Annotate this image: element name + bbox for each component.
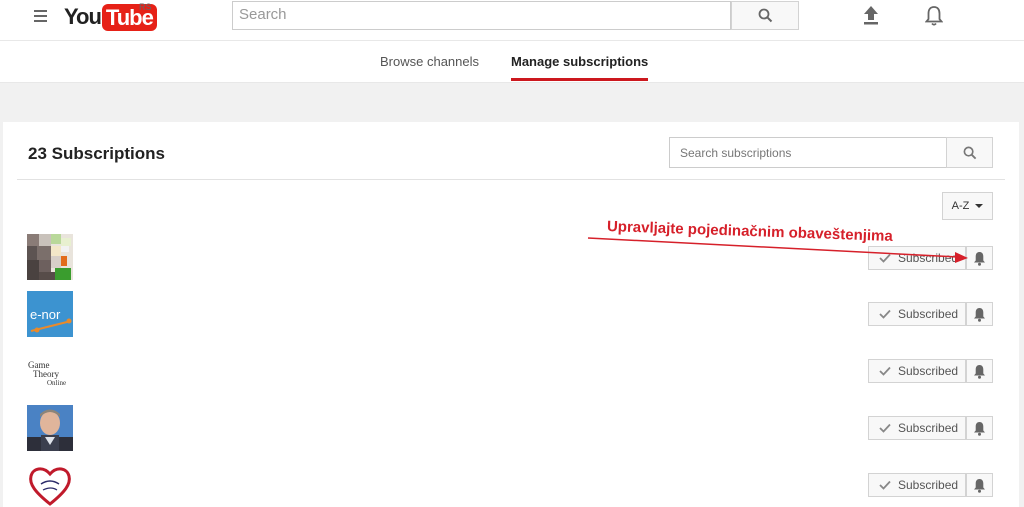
bell-icon	[974, 307, 985, 322]
country-code: RS	[139, 2, 152, 12]
subscribed-button[interactable]: Subscribed	[868, 359, 966, 383]
search-icon	[963, 146, 976, 159]
checkmark-icon	[879, 480, 891, 490]
notifications-bell-icon[interactable]	[925, 5, 943, 27]
e-nor-logo-avatar[interactable]: e-nor	[27, 291, 73, 337]
subscription-row: e-nor Subscribed	[3, 291, 1019, 341]
pixel-art-avatar[interactable]	[27, 234, 73, 280]
subscribed-button[interactable]: Subscribed	[868, 473, 966, 497]
subscribed-button[interactable]: Subscribed	[868, 246, 966, 270]
sort-dropdown[interactable]: A-Z	[942, 192, 993, 220]
subscribed-button[interactable]: Subscribed	[868, 416, 966, 440]
notification-settings-button[interactable]	[966, 302, 993, 326]
bell-icon	[974, 478, 985, 493]
subscribed-label: Subscribed	[898, 364, 959, 378]
tab-browse-channels[interactable]: Browse channels	[380, 54, 479, 80]
sort-label: A-Z	[951, 200, 970, 212]
e-nor-logo-text: e-nor	[30, 307, 61, 322]
search-icon	[758, 8, 772, 23]
hamburger-menu-icon[interactable]	[34, 10, 50, 24]
game-theory-online-avatar[interactable]: Game Theory Online	[27, 348, 73, 394]
checkmark-icon	[879, 423, 891, 433]
masthead: You Tube RS Search	[0, 0, 1024, 41]
subscribed-label: Subscribed	[898, 421, 959, 435]
checkmark-icon	[879, 253, 891, 263]
search-subscriptions-input[interactable]: Search subscriptions	[669, 137, 947, 168]
avatar-text-line-2: Theory	[33, 369, 59, 379]
notification-settings-button[interactable]	[966, 473, 993, 497]
logo-you-text: You	[64, 4, 102, 29]
upload-icon[interactable]	[862, 5, 880, 25]
bell-icon	[974, 251, 985, 266]
subscribed-button[interactable]: Subscribed	[868, 302, 966, 326]
subscription-row: Game Theory Online Subscribed	[3, 348, 1019, 398]
heart-logo-avatar[interactable]	[27, 462, 73, 507]
channel-tabs: Browse channels Manage subscriptions	[0, 41, 1024, 83]
search-input[interactable]: Search	[232, 1, 731, 30]
search-button[interactable]	[731, 1, 799, 30]
checkmark-icon	[879, 366, 891, 376]
notification-settings-button[interactable]	[966, 416, 993, 440]
subscribed-label: Subscribed	[898, 478, 959, 492]
subscription-row: Subscribed	[3, 405, 1019, 455]
subscriptions-card: 23 Subscriptions Search subscriptions A-…	[3, 122, 1019, 507]
subscribed-label: Subscribed	[898, 307, 959, 321]
subscription-row: Subscribed	[3, 462, 1019, 507]
divider	[17, 179, 1005, 180]
avatar-text-line-3: Online	[47, 379, 66, 387]
notification-settings-button[interactable]	[966, 359, 993, 383]
subscriptions-count-title: 23 Subscriptions	[28, 144, 165, 163]
checkmark-icon	[879, 309, 891, 319]
man-photo-avatar[interactable]	[27, 405, 73, 451]
tab-manage-subscriptions[interactable]: Manage subscriptions	[511, 54, 649, 81]
caret-down-icon	[975, 204, 984, 208]
bell-icon	[974, 364, 985, 379]
search-subscriptions-button[interactable]	[946, 137, 993, 168]
subscribed-label: Subscribed	[898, 251, 959, 265]
notification-settings-button[interactable]	[966, 246, 993, 270]
bell-icon	[974, 421, 985, 436]
